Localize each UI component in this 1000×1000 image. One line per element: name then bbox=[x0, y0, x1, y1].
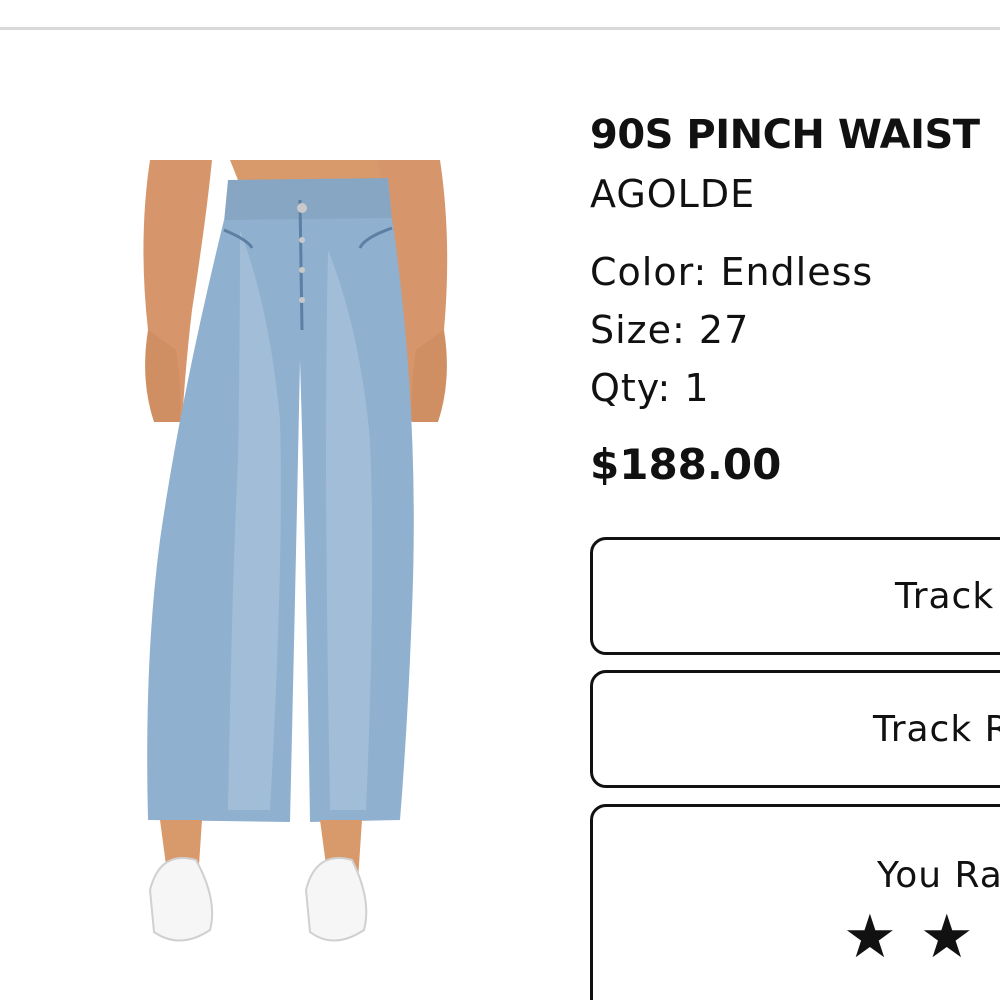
product-brand[interactable]: AGOLDE bbox=[590, 172, 755, 216]
rating-box: You Ra ★ ★ ★ bbox=[590, 804, 1000, 1000]
star-icon[interactable]: ★ bbox=[843, 907, 899, 967]
product-price: $188.00 bbox=[590, 440, 782, 489]
product-details: 90S PINCH WAIST AGOLDE Color: Endless Si… bbox=[590, 0, 1000, 1000]
qty-row: Qty: 1 bbox=[590, 366, 710, 410]
order-item-page: 90S PINCH WAIST AGOLDE Color: Endless Si… bbox=[0, 0, 1000, 1000]
star-rating[interactable]: ★ ★ ★ bbox=[843, 907, 1000, 967]
star-icon[interactable]: ★ bbox=[920, 907, 976, 967]
size-row: Size: 27 bbox=[590, 308, 749, 352]
rating-label: You Ra bbox=[877, 855, 1000, 896]
qty-value: 1 bbox=[684, 366, 710, 410]
color-value: Endless bbox=[720, 250, 874, 294]
track-return-label: Track R bbox=[873, 709, 1000, 750]
track-button-label: Track bbox=[895, 576, 995, 617]
color-label: Color: bbox=[590, 250, 721, 294]
product-title: 90S PINCH WAIST bbox=[590, 112, 980, 158]
size-value: 27 bbox=[698, 308, 750, 352]
track-package-button[interactable]: Track bbox=[590, 537, 1000, 655]
product-image[interactable] bbox=[120, 160, 470, 960]
color-row: Color: Endless bbox=[590, 250, 873, 294]
jeans-photo-icon bbox=[143, 160, 448, 942]
qty-label: Qty: bbox=[590, 366, 685, 410]
track-return-button[interactable]: Track R bbox=[590, 670, 1000, 788]
size-label: Size: bbox=[590, 308, 699, 352]
